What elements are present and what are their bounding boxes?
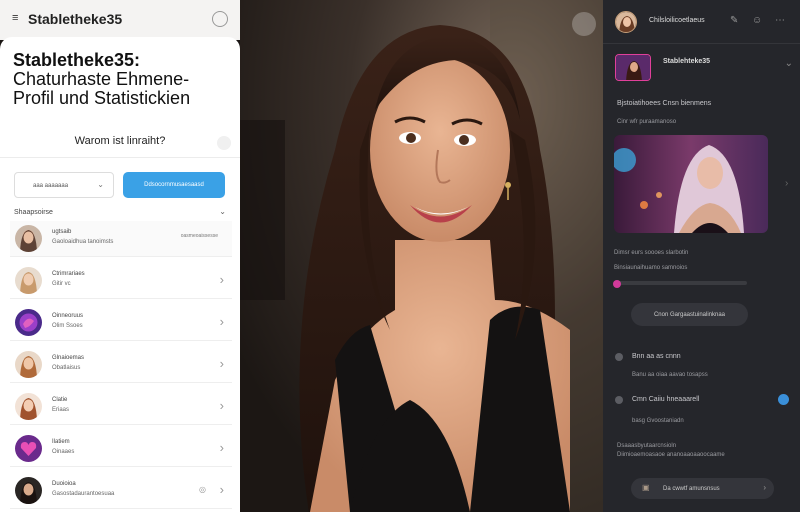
app-title: Stabletheke35 — [28, 11, 123, 27]
chevron-right-icon: › — [763, 483, 766, 492]
item-subtitle: basg Gvoostaniadn — [632, 418, 684, 424]
item-title: Cmn Caiiu hneaaarell — [632, 396, 700, 403]
bullet-icon — [615, 353, 623, 361]
chevron-down-icon: ⌄ — [97, 180, 104, 189]
list-item[interactable]: Ctrimrariaes Gitir vc › — [10, 263, 232, 299]
channel-card[interactable]: Stablehteke35 ⌄ — [613, 52, 793, 84]
item-title: Bnn aa as cnnn — [632, 353, 681, 360]
toggle-switch[interactable] — [778, 394, 789, 405]
list-item-sub: Obatlaisus — [52, 365, 81, 371]
filter-select[interactable]: aaa aaaaaaa ⌄ — [14, 172, 114, 198]
info-icon[interactable]: ◎ — [199, 485, 206, 494]
section-text: Cinr wfr puraamanoso — [617, 119, 677, 125]
details-panel: Chilsloilicoetlaeus ✎ ☺ ⋯ Stablehteke35 … — [603, 0, 800, 512]
list-item[interactable]: Oinneoruus Olim Ssoes › — [10, 305, 232, 341]
avatar — [15, 351, 42, 378]
list-item[interactable]: Ilatiem Oinaaes › — [10, 431, 232, 467]
avatar — [15, 477, 42, 504]
progress-indicator[interactable] — [613, 280, 621, 288]
list-item-sub: Gaoloaidhua tanoimsts — [52, 239, 114, 245]
chat-icon[interactable]: ☺ — [752, 15, 762, 26]
list-item-sub: Gasostadaurantoesuaa — [52, 491, 115, 497]
list-item-name: Ctrimrariaes — [52, 271, 85, 277]
footer-button-label: Da cwwtf amunsnsus — [663, 486, 720, 492]
footnote: Diimioaemoasaoe ananoaaoaaoocaame — [617, 452, 725, 458]
channel-name: Stablehteke35 — [663, 58, 711, 65]
list-item-name: Glnaioemas — [52, 355, 85, 361]
section-text: Dimsr eurs soooes slarbotin — [614, 250, 689, 256]
section-text: Binsiaunaihuamo samnoios — [614, 265, 688, 271]
headline-line-1: Stabletheke35: — [13, 50, 141, 70]
action-button[interactable]: Cnon Gargaastuinalinknaa — [631, 303, 748, 326]
item-subtitle: Banu aa oiaa aavao tosapss — [632, 372, 708, 378]
list-item-name: ugtsaib — [52, 229, 72, 235]
progress-bar — [617, 281, 747, 285]
chevron-down-icon[interactable]: ⌄ — [785, 58, 793, 69]
chevron-right-icon: › — [219, 398, 224, 413]
avatar — [15, 267, 42, 294]
chevron-right-icon: › — [219, 356, 224, 371]
list-item[interactable]: Glnaioemas Obatlaisus › — [10, 347, 232, 383]
bullet-icon — [615, 396, 623, 404]
expand-icon[interactable]: › — [785, 178, 788, 189]
avatar — [15, 435, 42, 462]
list-item-meta: oasmeoaissesse — [180, 233, 218, 239]
chevron-down-icon[interactable]: ⌄ — [219, 207, 226, 216]
list-item-sub: Gitir vc — [52, 281, 71, 287]
chevron-right-icon: › — [219, 440, 224, 455]
eye-icon[interactable] — [572, 12, 596, 36]
list-item[interactable]: Clatie Eriaas › — [10, 389, 232, 425]
list-item-sub: Olim Ssoes — [52, 323, 83, 329]
list-item-name: Duoioioa — [52, 481, 76, 487]
username: Chilsloilicoetlaeus — [649, 17, 705, 24]
question-text: Warom ist linraiht? — [74, 135, 166, 147]
bell-icon[interactable]: ✎ — [730, 15, 738, 26]
headline-line-2: Chaturhaste Ehmene- — [13, 69, 190, 89]
list-item-name: Clatie — [52, 397, 68, 403]
avatar[interactable] — [615, 11, 637, 33]
chevron-right-icon: › — [219, 314, 224, 329]
settings-icon[interactable] — [212, 11, 228, 27]
channel-thumbnail — [615, 54, 651, 81]
footer-button[interactable]: ▣ Da cwwtf amunsnsus › — [631, 478, 774, 499]
section-heading: Bjstoiatihoees Cnsn bienmens — [617, 100, 712, 107]
footnote: Dsaaasbyutaarcnsioln — [617, 443, 677, 449]
profile-photo — [240, 0, 603, 512]
gift-icon: ▣ — [642, 483, 650, 492]
list-item-sub: Eriaas — [52, 407, 70, 413]
list-item[interactable]: ugtsaib Gaoloaidhua tanoimsts oasmeoaiss… — [10, 221, 232, 257]
right-header: Chilsloilicoetlaeus ✎ ☺ ⋯ — [603, 0, 800, 44]
list-item-name: Ilatiem — [52, 439, 70, 445]
avatar — [15, 225, 42, 252]
menu-icon[interactable]: ≡ — [12, 12, 18, 24]
profile-panel: Stabletheke35: Chaturhaste Ehmene- Profi… — [0, 37, 240, 512]
chevron-right-icon: › — [219, 482, 224, 497]
page-title: Stabletheke35: Chaturhaste Ehmene- Profi… — [13, 51, 233, 108]
avatar — [15, 309, 42, 336]
avatar — [15, 393, 42, 420]
primary-button[interactable]: Ddsocornmusaesaasd — [123, 172, 225, 198]
filter-select-label: aaa aaaaaaa — [33, 183, 69, 189]
section-label: Shaapsoirse — [14, 209, 53, 216]
app-window: ≡ Stabletheke35 Stabletheke35: Chaturhas… — [0, 0, 800, 512]
headline-line-3: Profil und Statistickien — [13, 88, 191, 108]
more-icon[interactable]: ⋯ — [775, 15, 785, 26]
close-icon[interactable] — [217, 136, 231, 150]
chevron-right-icon: › — [219, 272, 224, 287]
divider — [0, 157, 240, 158]
list-item-sub: Oinaaes — [52, 449, 75, 455]
list-item[interactable]: Duoioioa Gasostadaurantoesuaa ◎ › — [10, 473, 232, 509]
list-item-name: Oinneoruus — [52, 313, 84, 319]
preview-image[interactable] — [614, 135, 768, 233]
left-header: ≡ Stabletheke35 — [0, 0, 240, 40]
